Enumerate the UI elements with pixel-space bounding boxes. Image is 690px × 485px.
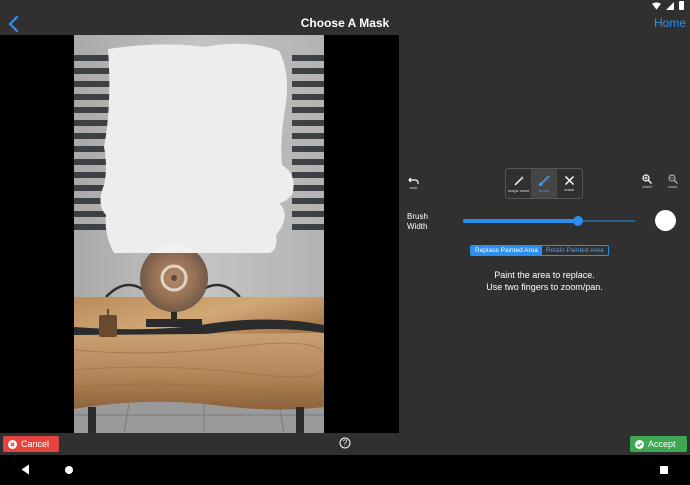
- tool-label: magic wand: [507, 187, 530, 193]
- zoom-out-button[interactable]: zoom-: [668, 174, 678, 189]
- check-icon: [635, 439, 644, 449]
- zoom-in-label: zoom+: [642, 185, 653, 189]
- undo-icon: [408, 177, 419, 184]
- control-panel: undo magic wand brush erase zoom+ zoom- …: [399, 35, 690, 433]
- cell-signal-icon: [666, 1, 674, 10]
- brush-width-label-line2: Width: [407, 222, 428, 231]
- nav-recents-icon[interactable]: [660, 466, 668, 474]
- instruction-line-1: Paint the area to replace.: [494, 270, 595, 280]
- cancel-label: Cancel: [21, 439, 50, 449]
- zoom-out-label: zoom-: [668, 185, 678, 189]
- brush-icon: [538, 174, 550, 186]
- undo-button[interactable]: undo: [408, 177, 419, 190]
- nav-back-icon[interactable]: [21, 464, 30, 475]
- zoom-in-icon: [642, 174, 653, 184]
- system-nav-bar: [0, 455, 690, 485]
- tool-selector: magic wand brush erase: [505, 168, 583, 199]
- tool-magic-wand[interactable]: magic wand: [506, 169, 531, 198]
- page-title: Choose A Mask: [300, 16, 390, 30]
- mode-retain-painted[interactable]: Retain Painted Area: [542, 246, 608, 255]
- app-header: Choose A Mask Home: [0, 12, 690, 35]
- accept-label: Accept: [648, 439, 676, 449]
- nav-home-icon[interactable]: [65, 466, 73, 474]
- mask-canvas[interactable]: [0, 35, 399, 433]
- status-bar: [0, 0, 690, 12]
- tool-label: erase: [564, 187, 575, 192]
- svg-text:?: ?: [343, 439, 348, 448]
- slider-thumb[interactable]: [573, 216, 584, 226]
- status-icons: [652, 1, 684, 10]
- brush-width-label-line1: Brush: [407, 212, 428, 221]
- close-icon: [564, 175, 574, 186]
- battery-icon: [679, 1, 684, 10]
- tool-erase[interactable]: erase: [557, 169, 582, 198]
- brush-size-preview: [655, 210, 676, 231]
- brush-width-slider[interactable]: [463, 215, 635, 227]
- tool-label: brush: [538, 187, 549, 193]
- photo-scene: [74, 35, 324, 433]
- paint-mode-toggle: Replace Painted Area Retain Painted Area: [470, 245, 609, 256]
- slider-fill: [463, 219, 579, 223]
- instruction-line-2: Use two fingers to zoom/pan.: [486, 282, 603, 292]
- action-bar: Cancel ? Accept: [0, 433, 690, 455]
- cancel-icon: [8, 439, 17, 449]
- home-link[interactable]: Home: [654, 16, 686, 30]
- zoom-out-icon: [668, 174, 678, 184]
- mode-replace-painted[interactable]: Replace Painted Area: [471, 246, 542, 255]
- accept-button[interactable]: Accept: [630, 436, 687, 452]
- photo[interactable]: [74, 35, 324, 433]
- zoom-in-button[interactable]: zoom+: [642, 174, 653, 189]
- help-icon[interactable]: ?: [339, 437, 351, 449]
- cancel-button[interactable]: Cancel: [3, 436, 59, 452]
- tool-brush[interactable]: brush: [531, 169, 557, 198]
- brush-width-label: Brush Width: [407, 212, 428, 232]
- wifi-icon: [652, 1, 661, 10]
- magic-wand-icon: [514, 175, 524, 186]
- undo-label: undo: [409, 186, 418, 190]
